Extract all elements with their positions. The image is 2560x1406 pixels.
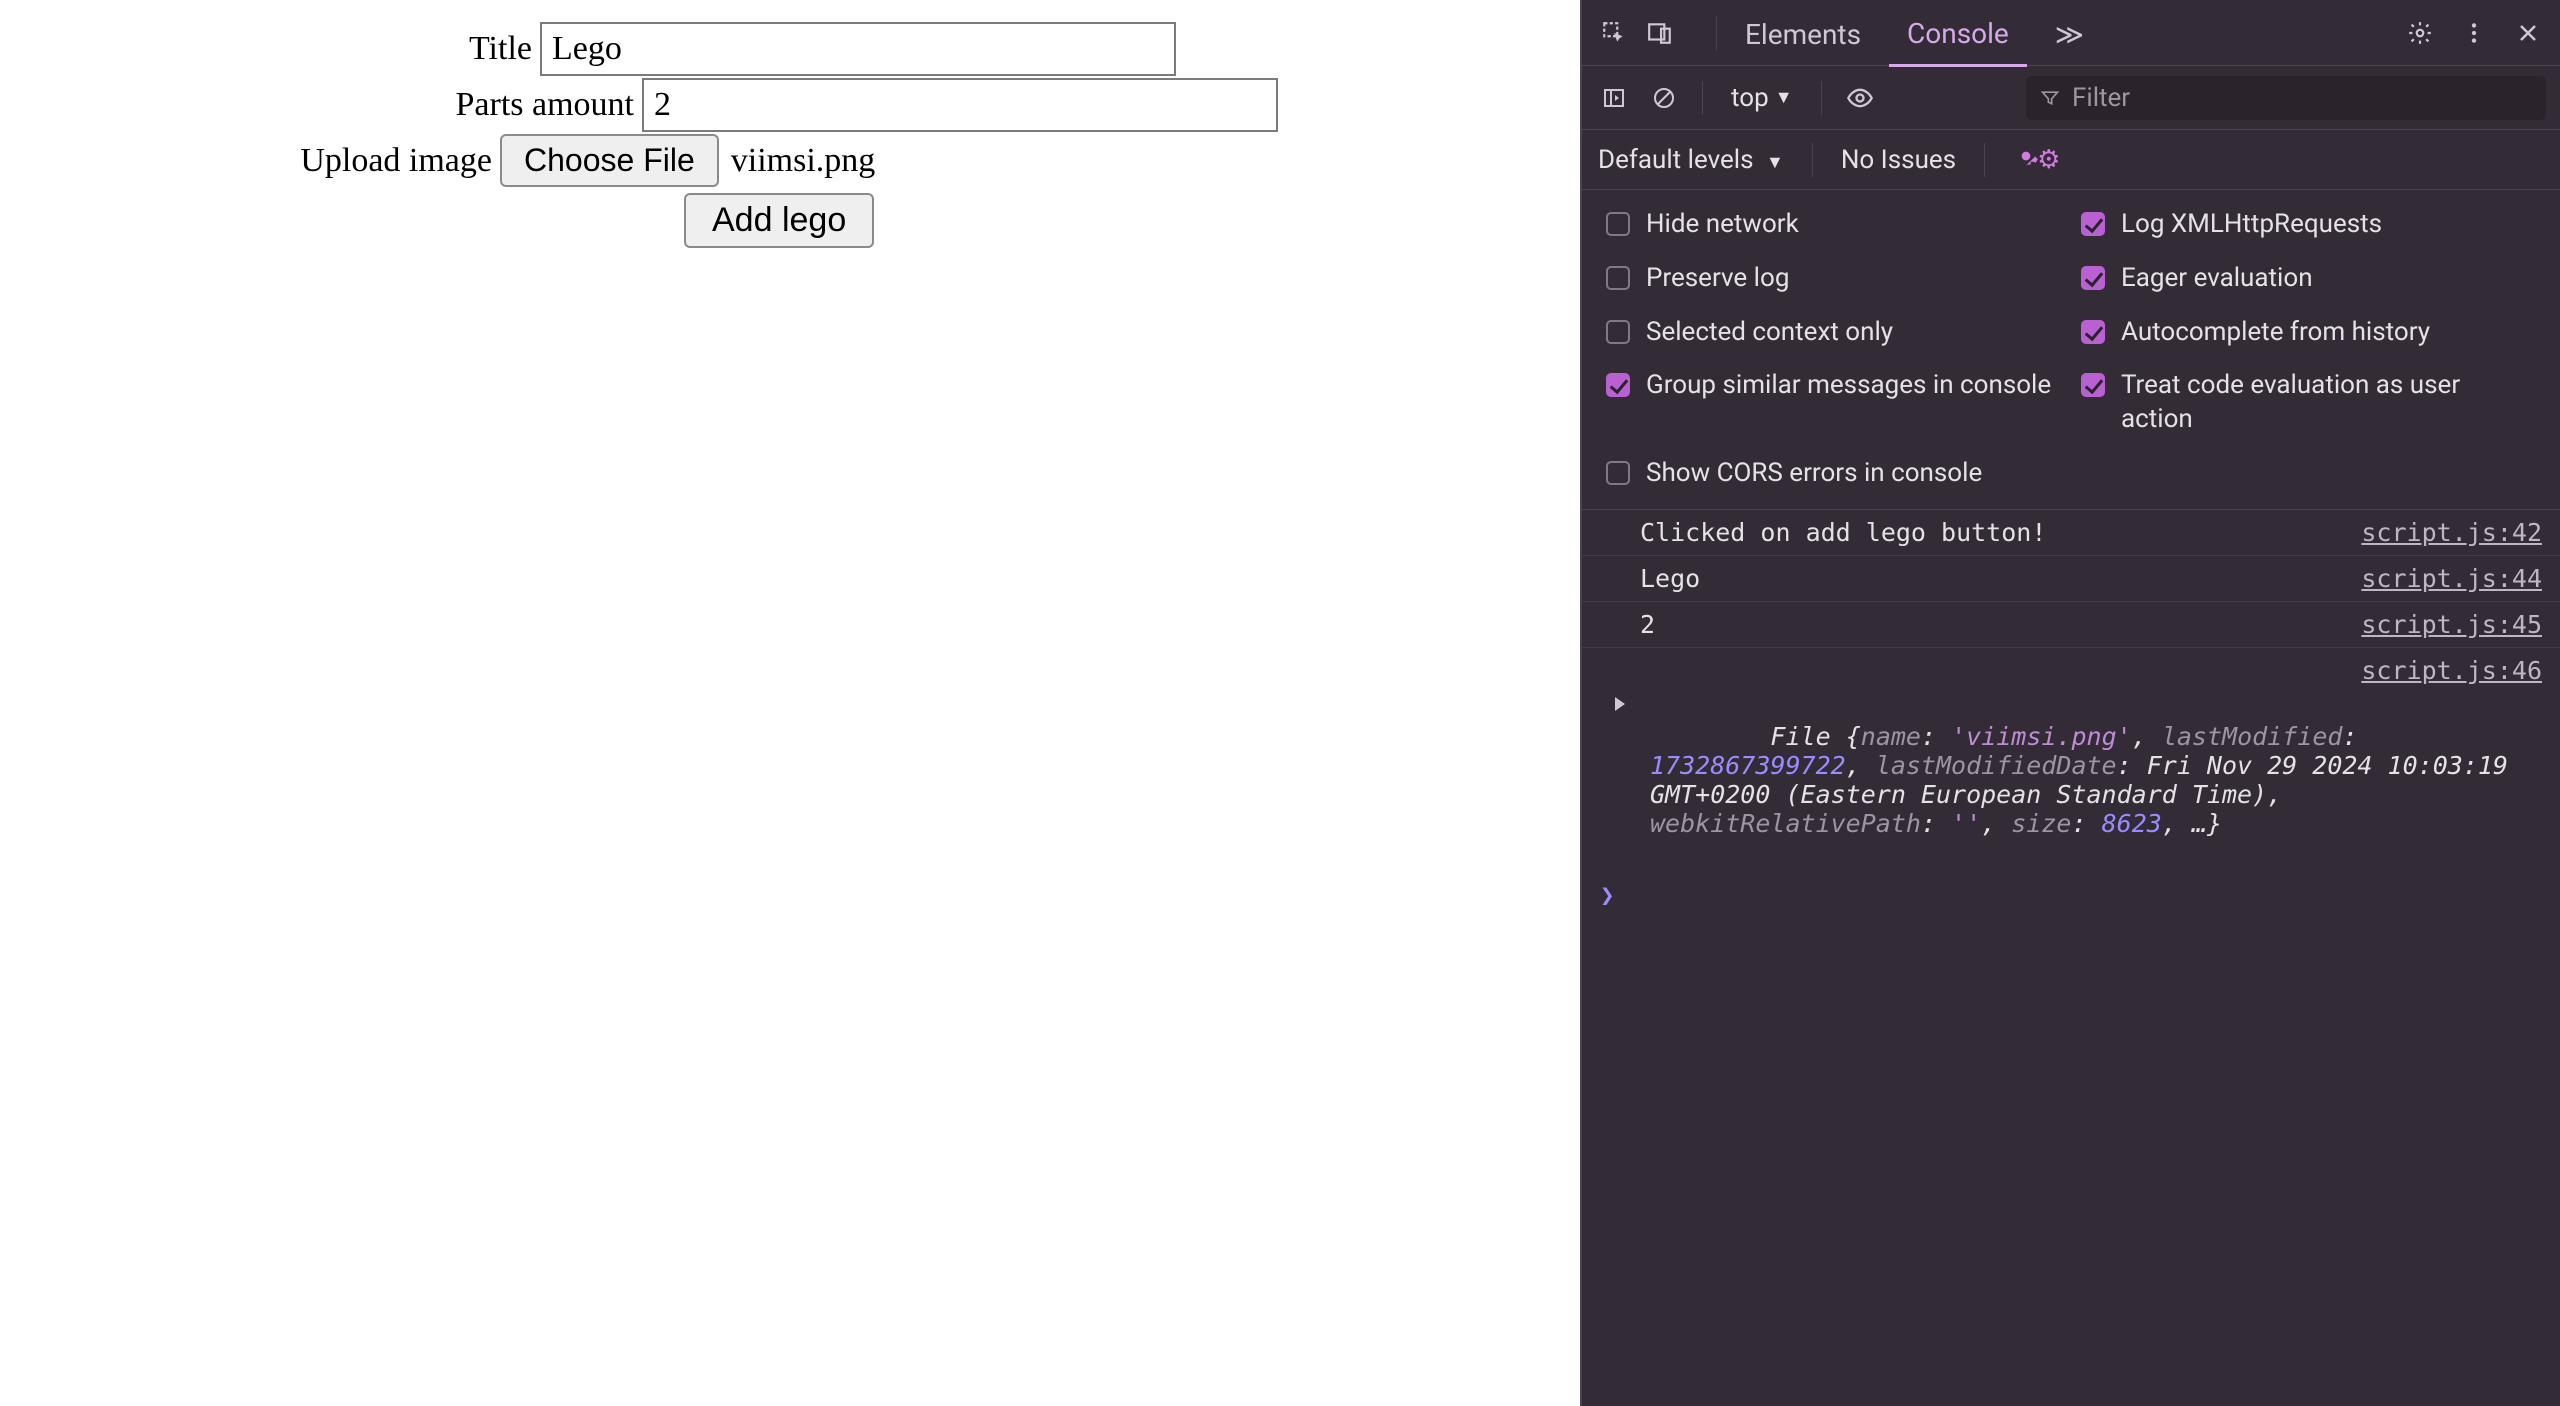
console-settings-gear-icon[interactable]: ⚙ [2037,145,2060,175]
form-row-parts: Parts amount [20,78,1560,132]
log-levels-label: Default levels [1598,145,1754,175]
clear-console-icon[interactable] [1646,80,1682,116]
console-toolbar: top ▼ Filter [1582,66,2560,130]
chk-selected-ctx[interactable]: Selected context only [1606,316,2061,350]
title-input[interactable] [540,22,1176,76]
log-message: Clicked on add lego button! [1640,518,2341,547]
expand-triangle-icon[interactable] [1600,693,1640,711]
log-source-link[interactable]: script.js:42 [2361,518,2542,547]
kebab-menu-icon[interactable] [2456,15,2492,51]
console-settings: Hide network Log XMLHttpRequests Preserv… [1582,190,2560,510]
console-settings-gear-icon[interactable] [2013,143,2039,176]
device-toolbar-icon[interactable] [1642,15,1678,51]
choose-file-button[interactable]: Choose File [500,134,719,187]
log-message: Lego [1640,564,2341,593]
form-row-title: Title [20,22,1560,76]
chk-label: Show CORS errors in console [1646,457,1982,491]
log-source-link[interactable]: script.js:45 [2361,610,2542,639]
chk-treat-eval[interactable]: Treat code evaluation as user action [2081,369,2536,437]
form-row-upload: Upload image Choose File viimsi.png [20,134,1560,187]
console-prompt[interactable]: ❯ [1582,875,2560,915]
chk-show-cors[interactable]: Show CORS errors in console [1606,457,2061,491]
context-label: top [1731,83,1769,113]
log-entry-object[interactable]: File {name: 'viimsi.png', lastModified: … [1582,693,2560,875]
toggle-sidebar-icon[interactable] [1596,80,1632,116]
chk-label: Autocomplete from history [2121,316,2430,350]
log-entry: script.js:46 [1582,648,2560,693]
log-source-link[interactable]: script.js:44 [2361,564,2542,593]
add-lego-button[interactable]: Add lego [684,193,874,248]
chk-preserve-log[interactable]: Preserve log [1606,262,2061,296]
title-label: Title [20,30,540,68]
file-input-wrap: Choose File viimsi.png [500,134,875,187]
chk-label: Hide network [1646,208,1799,242]
log-entry: 2 script.js:45 [1582,602,2560,648]
chk-label: Log XMLHttpRequests [2121,208,2382,242]
devtools-panel: Elements Console ≫ top ▼ [1580,0,2560,1406]
chk-log-xhr[interactable]: Log XMLHttpRequests [2081,208,2536,242]
chk-label: Selected context only [1646,316,1893,350]
parts-label: Parts amount [20,86,642,124]
filter-icon [2040,88,2060,108]
chevron-down-icon: ▼ [1766,152,1784,173]
issues-link[interactable]: No Issues [1841,145,1956,175]
parts-input[interactable] [642,78,1278,132]
devtools-tabs: Elements Console ≫ [1582,0,2560,66]
chevron-down-icon: ▼ [1775,87,1793,108]
chk-label: Group similar messages in console [1646,369,2051,403]
chk-autocomplete[interactable]: Autocomplete from history [2081,316,2536,350]
log-levels-selector[interactable]: Default levels ▼ [1598,145,1784,175]
context-selector[interactable]: top ▼ [1723,79,1801,117]
chk-label: Eager evaluation [2121,262,2313,296]
log-object: File {name: 'viimsi.png', lastModified: … [1640,693,2542,867]
chk-label: Treat code evaluation as user action [2121,369,2536,437]
log-entry: Lego script.js:44 [1582,556,2560,602]
page-content: Title Parts amount Upload image Choose F… [0,0,1580,1406]
gear-icon[interactable] [2402,15,2438,51]
chosen-file-name: viimsi.png [731,142,876,180]
live-expression-icon[interactable] [1842,80,1878,116]
upload-label: Upload image [20,142,500,180]
chk-group-similar[interactable]: Group similar messages in console [1606,369,2061,437]
chk-eager-eval[interactable]: Eager evaluation [2081,262,2536,296]
tab-more[interactable]: ≫ [2037,0,2102,65]
log-source-link[interactable]: script.js:46 [2361,656,2542,685]
inspect-element-icon[interactable] [1596,15,1632,51]
devtools-right-icons [2402,15,2546,51]
filter-input[interactable]: Filter [2026,76,2546,120]
submit-row: Add lego [20,193,1560,248]
log-entry: Clicked on add lego button! script.js:42 [1582,510,2560,556]
chk-hide-network[interactable]: Hide network [1606,208,2061,242]
close-icon[interactable] [2510,15,2546,51]
chk-label: Preserve log [1646,262,1789,296]
log-message: 2 [1640,610,2341,639]
filter-placeholder: Filter [2072,83,2130,113]
console-toolbar-2: Default levels ▼ No Issues ⚙ [1582,130,2560,190]
tab-elements[interactable]: Elements [1727,0,1879,65]
tab-console[interactable]: Console [1889,0,2027,67]
console-log: Clicked on add lego button! script.js:42… [1582,510,2560,1406]
